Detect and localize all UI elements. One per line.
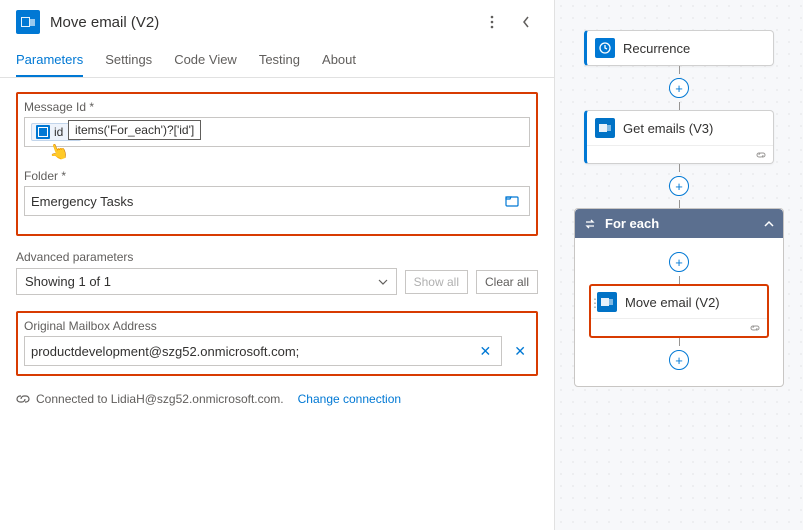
link-icon [749,323,761,333]
change-connection-link[interactable]: Change connection [298,392,401,406]
add-step-inner-1[interactable]: + [669,252,689,272]
action-config-panel: Move email (V2) Parameters Settings Code… [0,0,555,530]
folder-input[interactable]: Emergency Tasks [24,186,530,216]
mailbox-value: productdevelopment@szg52.onmicrosoft.com… [31,344,299,359]
advanced-row: Showing 1 of 1 Show all Clear all [16,268,538,295]
add-step-1[interactable]: + [669,78,689,98]
chevron-down-icon [378,279,388,285]
move-email-card[interactable]: ⋮ Move email (V2) [589,284,769,338]
clear-all-button[interactable]: Clear all [476,270,538,294]
move-email-title: Move email (V2) [625,295,720,310]
tab-parameters[interactable]: Parameters [16,52,83,77]
advanced-selector[interactable]: Showing 1 of 1 [16,268,397,295]
link-icon [16,392,30,406]
message-id-label: Message Id * [24,100,530,114]
drag-handle-icon[interactable]: ⋮ [589,300,601,306]
show-all-button[interactable]: Show all [405,270,468,294]
tab-bar: Parameters Settings Code View Testing Ab… [0,44,554,78]
mailbox-input[interactable]: productdevelopment@szg52.onmicrosoft.com… [24,336,502,366]
message-id-group: Message Id * id × 👆 items('For_each')?['… [24,100,530,147]
tab-testing[interactable]: Testing [259,52,300,77]
connection-text: Connected to LidiaH@szg52.onmicrosoft.co… [36,392,284,406]
link-icon [755,150,767,160]
for-each-title: For each [605,216,659,231]
for-each-container: For each + ⋮ Move email (V2) [574,208,784,387]
tab-code-view[interactable]: Code View [174,52,237,77]
expression-tooltip: items('For_each')?['id'] [68,120,201,140]
panel-title: Move email (V2) [50,14,470,31]
folder-group: Folder * Emergency Tasks [24,169,530,216]
advanced-selector-value: Showing 1 of 1 [25,274,111,289]
add-step-2[interactable]: + [669,176,689,196]
get-emails-title: Get emails (V3) [623,121,713,136]
mailbox-clear-inner[interactable]: ✕ [476,343,496,360]
clock-icon [595,38,615,58]
more-button[interactable] [480,10,504,34]
for-each-header[interactable]: For each [575,209,783,238]
add-step-inner-2[interactable]: + [669,350,689,370]
recurrence-title: Recurrence [623,41,690,56]
recurrence-card[interactable]: Recurrence [584,30,774,66]
outlook-icon [595,118,615,138]
panel-header: Move email (V2) [0,0,554,44]
mailbox-remove-param[interactable]: ✕ [510,343,530,360]
folder-label: Folder * [24,169,530,183]
collapse-button[interactable] [514,10,538,34]
flow-column: Recurrence + Get emails (V3) + [565,30,793,387]
panel-body: Message Id * id × 👆 items('For_each')?['… [0,78,554,530]
loop-icon [583,217,597,231]
required-params-highlight: Message Id * id × 👆 items('For_each')?['… [16,92,538,236]
folder-value: Emergency Tasks [31,194,495,209]
outlook-icon [16,10,40,34]
token-label: id [54,125,63,139]
get-emails-card[interactable]: Get emails (V3) [584,110,774,164]
advanced-heading: Advanced parameters [16,250,538,264]
cursor-icon: 👆 [46,139,72,165]
tab-about[interactable]: About [322,52,356,77]
outlook-token-icon [36,125,50,139]
folder-picker-icon[interactable] [501,194,523,208]
tab-settings[interactable]: Settings [105,52,152,77]
flow-canvas[interactable]: Recurrence + Get emails (V3) + [555,0,803,530]
connection-row: Connected to LidiaH@szg52.onmicrosoft.co… [16,392,538,406]
mailbox-label: Original Mailbox Address [24,319,530,333]
mailbox-highlight: Original Mailbox Address productdevelopm… [16,311,538,376]
chevron-up-icon [763,220,775,228]
